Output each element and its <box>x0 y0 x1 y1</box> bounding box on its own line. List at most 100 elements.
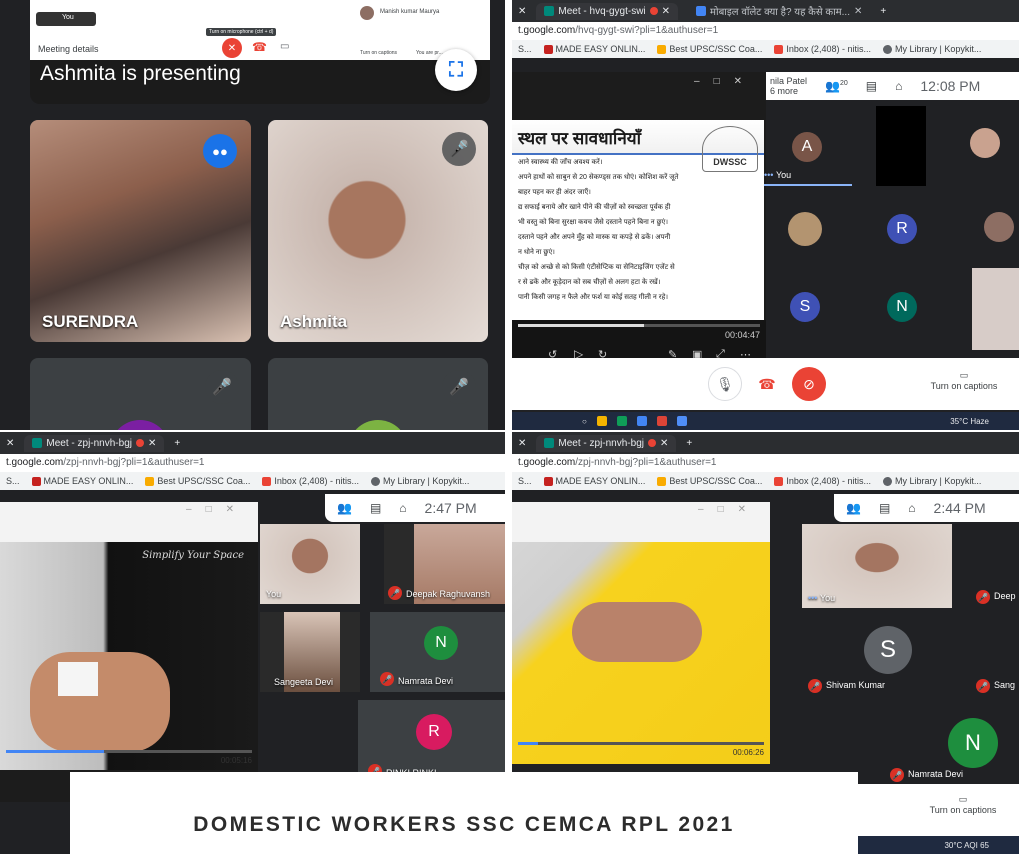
app-icon[interactable] <box>656 416 667 426</box>
bookmark[interactable]: Inbox (2,408) - nitis... <box>774 44 871 54</box>
bookmark[interactable]: MADE EASY ONLIN... <box>543 44 645 54</box>
participant-tile-sang[interactable]: 🎤 Sang <box>976 676 1019 696</box>
participant-tile-surendra[interactable]: ●● SURENDRA <box>30 120 251 342</box>
browser-tab[interactable]: मोबाइल वॉलेट क्या है? यह कैसे काम... ✕ <box>688 1 870 21</box>
mic-muted-icon: 🎤 <box>205 370 239 404</box>
participant-tile[interactable] <box>876 106 926 186</box>
participant-tile-3[interactable]: 🎤 <box>30 358 251 430</box>
close-tab-icon[interactable]: ✕ <box>660 438 668 449</box>
seek-bar[interactable] <box>518 324 760 327</box>
app-icon[interactable] <box>596 416 607 426</box>
address-bar[interactable]: t.google.com/zpj-nnvh-bgj?pli=1&authuser… <box>0 454 505 472</box>
new-tab-icon[interactable]: + <box>880 6 886 17</box>
fullscreen-button[interactable]: ⛶ <box>435 49 477 91</box>
participant-video[interactable] <box>788 212 822 246</box>
app-icon[interactable] <box>676 416 687 426</box>
participant-tile-shivam[interactable]: 🎤 Shivam Kumar <box>808 676 948 696</box>
participant-tile-you[interactable]: ••• You <box>802 524 952 608</box>
leave-call-button[interactable]: ☎ <box>750 367 784 401</box>
participant-tile-4[interactable]: 🎤 <box>268 358 488 430</box>
browser-tab[interactable]: Meet - zpj-nnvh-bgj ✕ <box>536 434 677 452</box>
camera-off-button[interactable]: ⊘ <box>792 367 826 401</box>
new-tab-icon[interactable]: + <box>686 438 692 449</box>
close-tab-icon[interactable]: ✕ <box>148 438 156 449</box>
browser-tab[interactable]: Meet - hvq-gygt-swi ✕ <box>536 2 679 20</box>
mic-button[interactable]: 🎙 <box>708 367 742 401</box>
activities-icon[interactable]: ⌂ <box>399 501 406 515</box>
mic-muted-icon: 🎤 <box>976 679 990 693</box>
close-tab-icon[interactable]: ✕ <box>662 6 670 17</box>
bookmark[interactable]: My Library | Kopykit... <box>882 476 981 486</box>
bookmark[interactable]: Inbox (2,408) - nitis... <box>774 476 871 486</box>
participant-video[interactable] <box>970 128 1000 158</box>
present-icon[interactable]: ▭ <box>280 41 289 52</box>
seek-bar[interactable] <box>518 742 764 745</box>
tooltip: Turn on microphone (ctrl + d) <box>206 28 277 36</box>
bookmark[interactable]: Best UPSC/SSC Coa... <box>145 476 250 486</box>
browser-tab[interactable]: Meet - zpj-nnvh-bgj ✕ <box>24 434 165 452</box>
chat-icon[interactable]: ▤ <box>866 79 877 93</box>
bookmark[interactable]: S... <box>518 476 532 486</box>
people-icon[interactable]: 👥 <box>337 501 352 515</box>
people-icon[interactable]: 👥 <box>846 501 861 515</box>
search-icon[interactable]: ○ <box>582 417 587 426</box>
close-tab-icon[interactable]: ✕ <box>518 438 526 449</box>
participant-name: SURENDRA <box>42 312 139 331</box>
leave-call-icon[interactable]: ☎ <box>252 40 267 54</box>
close-tab-icon[interactable]: ✕ <box>854 6 862 17</box>
bookmark[interactable]: S... <box>518 44 532 54</box>
chat-icon[interactable]: ▤ <box>879 501 890 515</box>
bookmark[interactable]: MADE EASY ONLIN... <box>543 476 645 486</box>
participant-tile-you[interactable]: You <box>260 524 360 604</box>
participant-video[interactable] <box>972 268 1019 350</box>
app-icon[interactable] <box>636 416 647 426</box>
tab-title: Meet - hvq-gygt-swi <box>558 5 646 17</box>
participant-tile-deepak[interactable]: 🎤 Deepak Raghuvansh <box>384 524 505 604</box>
mic-off-button[interactable]: ✕ <box>222 38 242 58</box>
presenting-banner: Ashmita is presenting <box>40 62 241 85</box>
bookmark[interactable]: Best UPSC/SSC Coa... <box>657 44 762 54</box>
bookmark[interactable]: Best UPSC/SSC Coa... <box>657 476 762 486</box>
app-icon[interactable] <box>616 416 627 426</box>
meet-control-bar: ▭ Turn on captions <box>858 784 1019 836</box>
participant-tile-rinki[interactable]: R 🎤 RINKI RINKI <box>358 700 505 780</box>
participant-tile-namrata[interactable]: N 🎤 Namrata Devi <box>370 612 505 692</box>
clock: 2:47 PM <box>424 500 477 516</box>
participant-tile-sangeeta[interactable]: Sangeeta Devi <box>260 612 360 692</box>
bookmark[interactable]: My Library | Kopykit... <box>882 44 981 54</box>
participant-tile-namrata[interactable]: 🎤 Namrata Devi <box>890 766 1010 784</box>
bookmark[interactable]: Inbox (2,408) - nitis... <box>262 476 359 486</box>
close-tab-icon[interactable]: ✕ <box>518 6 526 17</box>
captions-button[interactable]: ▭ Turn on captions <box>924 370 1004 391</box>
people-button[interactable]: 👥20 <box>825 79 848 93</box>
captions-button[interactable]: Turn on captions <box>360 50 397 56</box>
new-tab-icon[interactable]: + <box>174 438 180 449</box>
chat-icon[interactable]: ▤ <box>370 501 381 515</box>
gmail-icon <box>262 476 272 486</box>
activities-icon[interactable]: ⌂ <box>895 79 902 93</box>
activities-icon[interactable]: ⌂ <box>908 501 915 515</box>
participant-name: Manish kumar Maurya <box>380 9 440 15</box>
bookmark[interactable]: MADE EASY ONLIN... <box>31 476 133 486</box>
slide-line: द्य सफाई बनाये और खाने पीने की चीज़ों को… <box>518 204 671 211</box>
mic-muted-icon: 🎤 <box>976 590 990 604</box>
gmail-icon <box>774 476 784 486</box>
browser-tab-bar: ✕ Meet - zpj-nnvh-bgj ✕ + <box>0 432 505 454</box>
address-bar[interactable]: t.google.com/zpj-nnvh-bgj?pli=1&authuser… <box>512 454 1019 472</box>
close-tab-icon[interactable]: ✕ <box>6 438 14 449</box>
participant-video[interactable] <box>984 212 1014 242</box>
meeting-details-button[interactable]: Meeting details <box>38 44 99 54</box>
clock: 2:44 PM <box>933 500 986 516</box>
bookmark-icon <box>31 476 41 486</box>
bookmark[interactable]: S... <box>6 476 20 486</box>
slide: स्थल पर सावधानियाँ DWSSC आने स्वास्थ्य क… <box>512 120 764 320</box>
more-options-icon[interactable]: ••• <box>808 593 817 603</box>
seek-bar[interactable] <box>6 750 252 753</box>
participant-tile-ashmita[interactable]: 🎤 Ashmita <box>268 120 488 342</box>
captions-button[interactable]: ▭ Turn on captions <box>918 794 1008 815</box>
bookmark[interactable]: My Library | Kopykit... <box>370 476 469 486</box>
address-bar[interactable]: t.google.com/hvq-gygt-swi?pli=1&authuser… <box>512 22 1019 40</box>
avatar: S <box>790 292 820 322</box>
participant-tile-deep[interactable]: 🎤 Deep <box>972 586 1019 608</box>
participant-name: Shivam Kumar <box>826 680 886 690</box>
